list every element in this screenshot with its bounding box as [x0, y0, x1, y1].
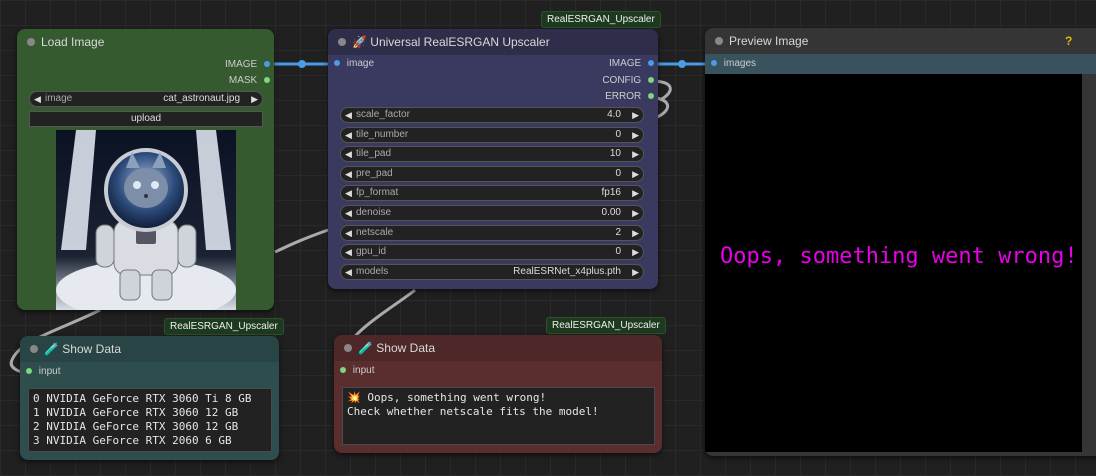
show-data-1-node[interactable]: 🧪 Show Data input 0 NVIDIA GeForce RTX 3… — [20, 336, 279, 460]
output-config-dot[interactable] — [648, 77, 654, 84]
arrow-right-icon[interactable]: ▶ — [632, 108, 639, 122]
output-image-slot[interactable]: IMAGE — [609, 57, 654, 71]
preview-input-bar — [705, 54, 1096, 74]
upscaler-node[interactable]: 🚀 Universal RealESRGAN Upscaler image IM… — [328, 29, 658, 289]
show-data-2-textbox[interactable]: 💥 Oops, something went wrong! Check whet… — [342, 387, 655, 445]
arrow-left-icon[interactable]: ◀ — [345, 108, 352, 122]
arrow-left-icon[interactable]: ◀ — [345, 245, 352, 259]
input-slot[interactable]: input — [340, 364, 374, 378]
widget-pre-pad[interactable]: ◀ pre_pad 0 ▶ — [340, 165, 644, 182]
widget-gpu-id[interactable]: ◀ gpu_id 0 ▶ — [340, 244, 644, 261]
collapse-dot[interactable] — [344, 344, 352, 352]
flask-icon: 🧪 — [44, 342, 59, 356]
load-image-title[interactable]: Load Image — [17, 29, 274, 55]
widget-tile-pad[interactable]: ◀ tile_pad 10 ▶ — [340, 146, 644, 163]
load-image-node[interactable]: Load Image IMAGE MASK ◀ image cat_astron… — [17, 29, 274, 310]
arrow-left-icon[interactable]: ◀ — [345, 265, 352, 279]
arrow-left-icon[interactable]: ◀ — [345, 167, 352, 181]
arrow-right-icon[interactable]: ▶ — [632, 206, 639, 220]
flask-icon: 🧪 — [358, 341, 373, 355]
input-image-dot[interactable] — [334, 60, 340, 67]
output-config-slot[interactable]: CONFIG — [602, 74, 654, 88]
show-data-1-title[interactable]: 🧪 Show Data — [20, 336, 279, 362]
output-mask-slot[interactable]: MASK — [229, 74, 270, 88]
widget-denoise[interactable]: ◀ denoise 0.00 ▶ — [340, 205, 644, 221]
output-image-dot[interactable] — [648, 60, 654, 67]
output-error-slot[interactable]: ERROR — [605, 90, 654, 104]
arrow-left-icon[interactable]: ◀ — [345, 147, 352, 161]
widget-netscale[interactable]: ◀ netscale 2 ▶ — [340, 224, 644, 241]
arrow-right-icon[interactable]: ▶ — [632, 128, 639, 142]
preview-title[interactable]: Preview Image ? — [705, 28, 1096, 54]
upscaler-title[interactable]: 🚀 Universal RealESRGAN Upscaler — [328, 29, 658, 55]
help-icon[interactable]: ? — [1065, 28, 1072, 54]
collapse-dot[interactable] — [715, 37, 723, 45]
input-images-dot[interactable] — [711, 60, 717, 67]
output-image-dot[interactable] — [264, 61, 270, 68]
arrow-left-icon[interactable]: ◀ — [34, 92, 41, 106]
arrow-right-icon[interactable]: ▶ — [632, 265, 639, 279]
output-error-dot[interactable] — [648, 93, 654, 100]
arrow-right-icon[interactable]: ▶ — [632, 186, 639, 200]
arrow-right-icon[interactable]: ▶ — [632, 147, 639, 161]
show-data-2-node[interactable]: 🧪 Show Data input 💥 Oops, something went… — [334, 335, 662, 453]
widget-scale-factor[interactable]: ◀ scale_factor 4.0 ▶ — [340, 107, 644, 123]
input-dot[interactable] — [340, 367, 346, 374]
arrow-left-icon[interactable]: ◀ — [345, 128, 352, 142]
upscaler-badge: RealESRGAN_Upscaler — [541, 11, 661, 28]
arrow-left-icon[interactable]: ◀ — [345, 206, 352, 220]
arrow-right-icon[interactable]: ▶ — [632, 226, 639, 240]
arrow-right-icon[interactable]: ▶ — [632, 167, 639, 181]
show-data-1-badge: RealESRGAN_Upscaler — [164, 318, 284, 335]
show-data-2-badge: RealESRGAN_Upscaler — [546, 317, 666, 334]
widget-models[interactable]: ◀ models RealESRNet_x4plus.pth ▶ — [340, 263, 644, 280]
widget-fp-format[interactable]: ◀ fp_format fp16 ▶ — [340, 185, 644, 202]
arrow-left-icon[interactable]: ◀ — [345, 226, 352, 240]
arrow-left-icon[interactable]: ◀ — [345, 186, 352, 200]
input-image-slot[interactable]: image — [334, 57, 374, 71]
preview-error-text: Oops, something went wrong! — [720, 244, 1078, 269]
rocket-icon: 🚀 — [352, 35, 367, 49]
link-config-to-show1-a — [274, 228, 329, 254]
arrow-right-icon[interactable]: ▶ — [251, 92, 258, 106]
show-data-2-title[interactable]: 🧪 Show Data — [334, 335, 662, 361]
preview-canvas: Oops, something went wrong! — [705, 74, 1082, 452]
cat-astronaut-image — [56, 130, 236, 310]
link-midpoint-1 — [298, 60, 306, 68]
collapse-dot[interactable] — [30, 345, 38, 353]
output-mask-dot[interactable] — [264, 77, 270, 84]
preview-image-node[interactable]: Preview Image ? images Oops, something w… — [705, 28, 1096, 456]
widget-tile-number[interactable]: ◀ tile_number 0 ▶ — [340, 126, 644, 143]
arrow-right-icon[interactable]: ▶ — [632, 245, 639, 259]
input-dot[interactable] — [26, 368, 32, 375]
output-image-slot[interactable]: IMAGE — [225, 58, 270, 72]
collapse-dot[interactable] — [27, 38, 35, 46]
show-data-1-textbox[interactable]: 0 NVIDIA GeForce RTX 3060 Ti 8 GB 1 NVID… — [28, 388, 272, 452]
image-combo-widget[interactable]: ◀ image cat_astronaut.jpg ▶ — [29, 91, 263, 107]
link-midpoint-2 — [678, 60, 686, 68]
upload-button[interactable]: upload — [29, 111, 263, 127]
input-slot[interactable]: input — [26, 365, 60, 379]
collapse-dot[interactable] — [338, 38, 346, 46]
input-images-slot[interactable]: images — [711, 57, 756, 71]
